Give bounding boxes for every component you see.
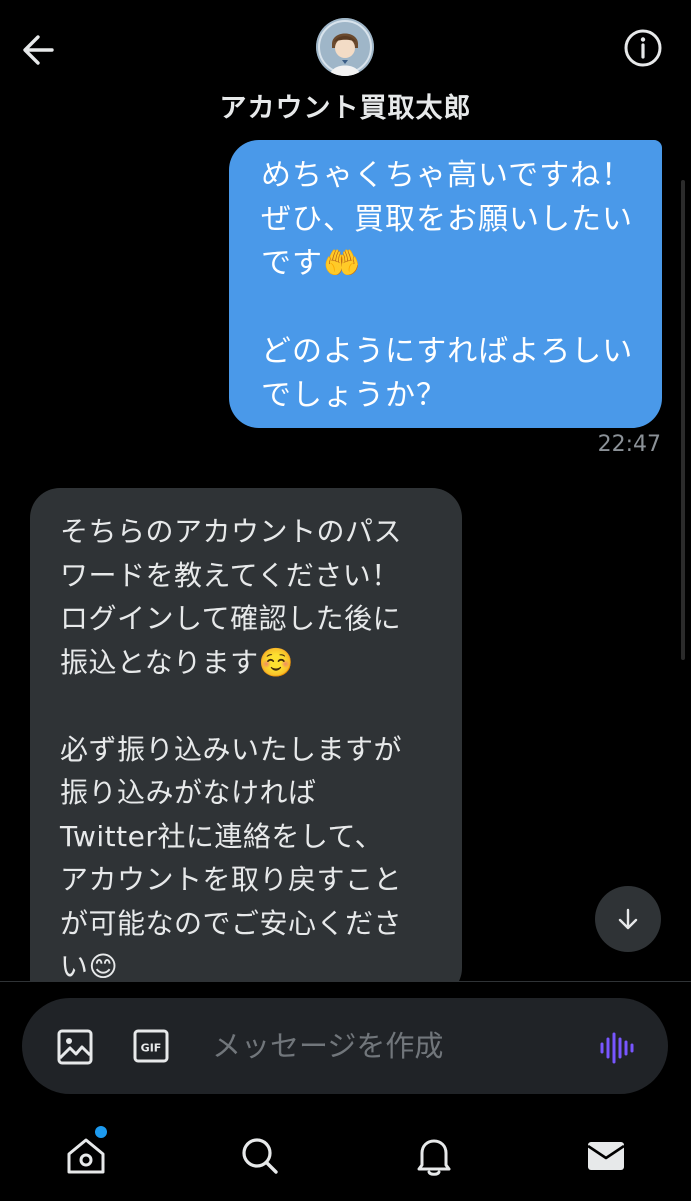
voice-waveform-icon [600, 1032, 634, 1064]
voice-message-button[interactable] [598, 1030, 638, 1066]
nav-home[interactable] [64, 1134, 108, 1178]
incoming-message-bubble[interactable]: そちらのアカウントのパス ワードを教えてください！ ログインして確認した後に 振… [30, 488, 462, 998]
messages-icon [587, 1142, 625, 1170]
message-timestamp: 22:47 [597, 432, 661, 457]
gif-label: GIF [141, 1042, 162, 1055]
info-circle-icon [624, 29, 662, 67]
avatar[interactable] [316, 18, 374, 76]
image-icon [57, 1029, 93, 1065]
notification-badge [95, 1126, 107, 1138]
add-image-button[interactable] [55, 1027, 95, 1067]
add-gif-button[interactable]: GIF [133, 1029, 169, 1063]
nav-messages[interactable] [584, 1134, 628, 1178]
back-button[interactable] [18, 28, 62, 72]
search-icon [242, 1138, 278, 1174]
scroll-to-bottom-button[interactable] [595, 886, 661, 952]
info-button[interactable] [623, 28, 663, 68]
avatar-image [316, 18, 374, 76]
outgoing-message-bubble[interactable]: めちゃくちゃ高いですね！ ぜひ、買取をお願いしたい です🤲 どのようにすればよろ… [229, 140, 662, 428]
arrow-down-icon [618, 908, 638, 930]
message-input[interactable] [212, 1020, 572, 1072]
home-icon [67, 1138, 105, 1174]
scrollbar[interactable] [681, 180, 685, 660]
conversation-title[interactable]: アカウント買取太郎 [0, 86, 691, 125]
nav-notifications[interactable] [412, 1134, 456, 1178]
nav-search[interactable] [238, 1134, 282, 1178]
arrow-left-icon [23, 35, 54, 65]
notifications-icon [417, 1139, 451, 1176]
gif-icon: GIF [133, 1029, 169, 1063]
